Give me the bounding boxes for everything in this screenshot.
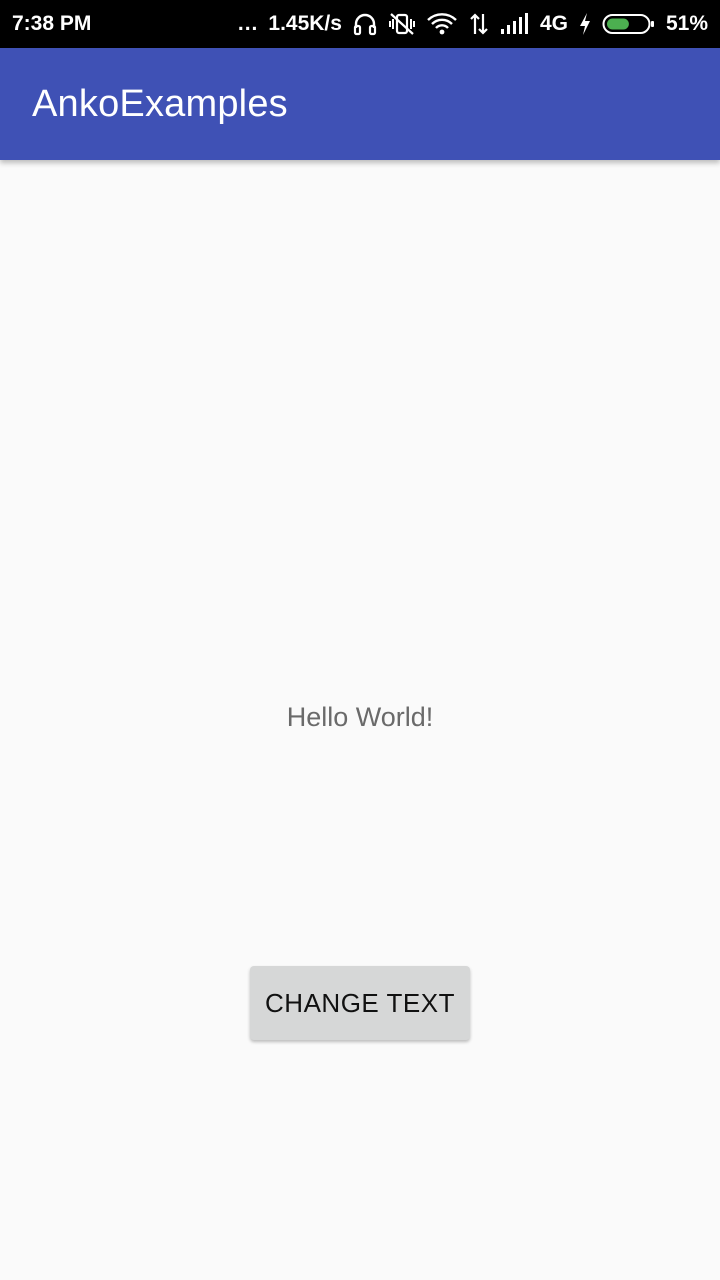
vibrate-off-icon <box>388 11 416 37</box>
wifi-icon <box>426 12 458 36</box>
status-bar: 7:38 PM ... 1.45K/s 4G 51% <box>0 0 720 48</box>
battery-icon <box>602 12 656 36</box>
app-screen: 7:38 PM ... 1.45K/s 4G 51% AnkoExamples … <box>0 0 720 1280</box>
status-icons: ... 1.45K/s 4G 51% <box>238 11 708 37</box>
network-speed: 1.45K/s <box>268 12 342 35</box>
network-type: 4G <box>539 12 568 35</box>
data-arrows-icon <box>468 12 490 36</box>
charging-icon <box>578 12 592 36</box>
app-toolbar: AnkoExamples <box>0 48 720 160</box>
status-time: 7:38 PM <box>12 12 92 35</box>
more-notifications-dots: ... <box>237 12 259 35</box>
change-text-button[interactable]: CHANGE TEXT <box>250 966 470 1040</box>
headphones-icon <box>352 12 378 36</box>
hello-text-view: Hello World! <box>286 702 434 732</box>
app-title: AnkoExamples <box>32 82 288 125</box>
signal-icon <box>500 13 530 35</box>
battery-percent: 51% <box>665 12 708 35</box>
